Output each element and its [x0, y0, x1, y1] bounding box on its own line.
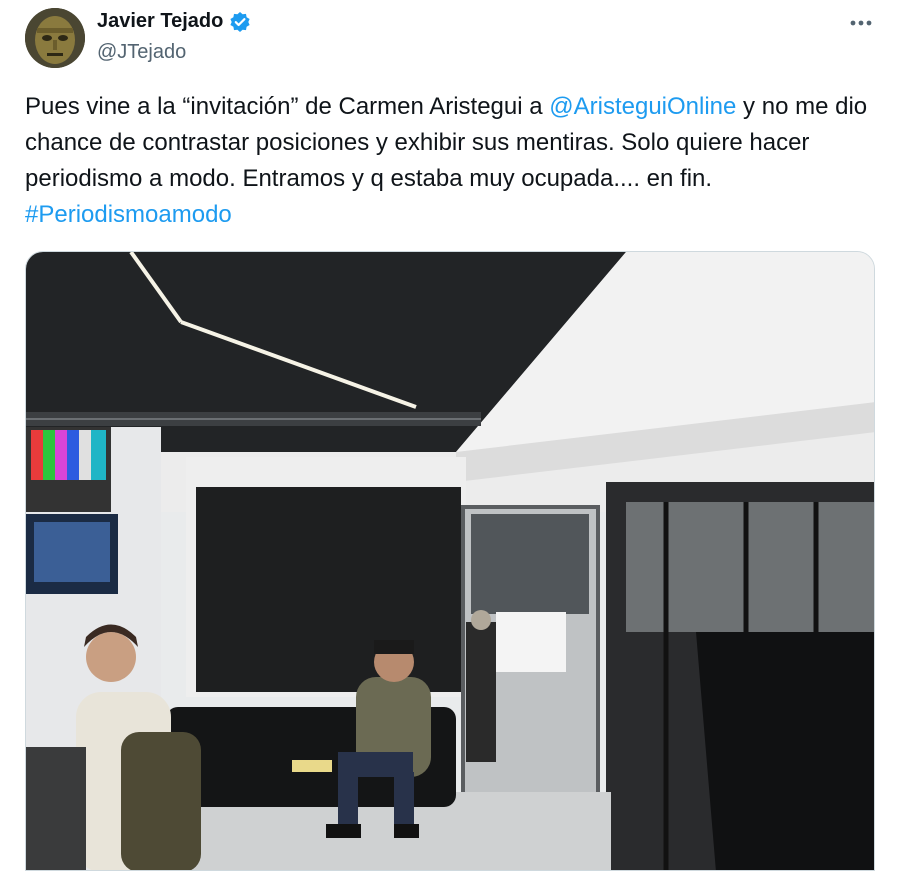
newsroom-photo — [26, 252, 874, 870]
tweet-text: Pues vine a la “invitación” de Carmen Ar… — [25, 89, 875, 233]
verified-badge-icon — [229, 11, 251, 33]
avatar[interactable] — [25, 8, 85, 68]
more-options-button[interactable] — [846, 8, 876, 38]
mask-avatar-icon — [25, 8, 85, 68]
tweet-text-part: Pues vine a la “invitación” de Carmen Ar… — [25, 93, 550, 120]
hashtag-link[interactable]: #Periodismoamodo — [25, 201, 232, 228]
author-name-row: Javier Tejado — [97, 10, 251, 33]
author-handle[interactable]: @JTejado — [97, 41, 186, 64]
tweet-card: Javier Tejado @JTejado Pues vine a la “i… — [0, 0, 900, 871]
more-options-icon — [850, 20, 872, 26]
mention-link[interactable]: @AristeguiOnline — [549, 93, 736, 120]
author-display-name[interactable]: Javier Tejado — [97, 10, 223, 33]
tweet-photo[interactable] — [25, 251, 875, 871]
